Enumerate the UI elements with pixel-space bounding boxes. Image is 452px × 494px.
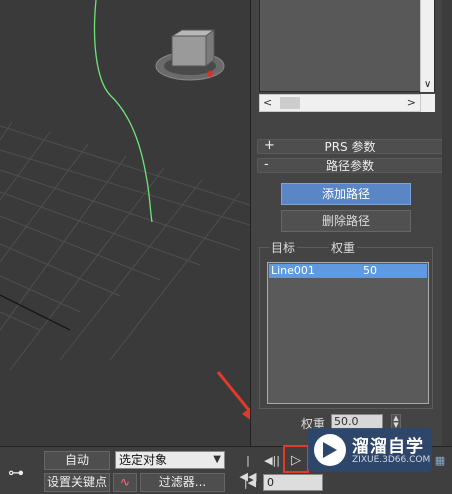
play-button-highlight xyxy=(283,445,309,473)
vertical-scrollbar[interactable]: ∨ xyxy=(420,0,434,92)
delete-path-button[interactable]: 删除路径 xyxy=(281,210,411,232)
path-spline xyxy=(93,0,153,223)
rollout-path-params[interactable]: - 路径参数 xyxy=(257,157,443,173)
targets-header: 目标 xyxy=(269,239,298,256)
scrollbar-thumb[interactable] xyxy=(280,97,300,109)
current-frame-input[interactable]: 0 xyxy=(263,474,323,491)
scroll-down-icon[interactable]: ∨ xyxy=(424,79,431,90)
panel-scrollbar[interactable] xyxy=(442,0,452,446)
target-name: Line001 xyxy=(271,264,315,277)
list-item[interactable]: Line001 50 xyxy=(269,264,427,278)
set-key-button[interactable]: 设置关键点 xyxy=(44,473,110,492)
scroll-right-icon[interactable]: > xyxy=(407,96,416,109)
play-logo-icon xyxy=(314,434,346,466)
dummy-object-gizmo xyxy=(155,29,225,81)
viewport-grid xyxy=(0,0,250,371)
command-panel: ∨ < > + PRS 参数 - 路径参数 添加路径 删除路径 目标 权重 Li… xyxy=(250,0,452,446)
previous-frame-icon[interactable]: ◀|| xyxy=(262,453,282,469)
selection-filter-value: 选定对象 xyxy=(119,453,168,467)
key-icon[interactable]: ⊶ xyxy=(8,463,24,482)
perspective-viewport[interactable] xyxy=(0,0,250,446)
object-listbox[interactable]: ∨ xyxy=(259,0,435,92)
weight-header: 权重 xyxy=(329,239,358,256)
add-path-button[interactable]: 添加路径 xyxy=(281,183,411,205)
watermark-title: 溜溜自学 xyxy=(352,437,424,457)
key-mode-toggle-icon[interactable]: |◀ xyxy=(240,475,260,491)
filters-button[interactable]: 过滤器... xyxy=(140,473,225,492)
watermark-subtitle: ZIXUE.3D66.COM xyxy=(352,455,431,465)
key-mode-curve-icon[interactable]: ∿ xyxy=(113,473,137,492)
selection-filter-dropdown[interactable]: 选定对象 ▼ xyxy=(115,451,225,469)
go-to-start-icon[interactable]: |◀◀ xyxy=(238,453,258,483)
target-weight: 50 xyxy=(363,264,377,277)
targets-list[interactable]: Line001 50 xyxy=(267,262,429,404)
rollout-title: PRS 参数 xyxy=(324,140,376,154)
auto-key-button[interactable]: 自动 xyxy=(44,451,110,470)
scroll-left-icon[interactable]: < xyxy=(263,96,272,109)
world-axis-line xyxy=(0,294,71,331)
chevron-down-icon: ▼ xyxy=(213,454,221,465)
rollout-title: 路径参数 xyxy=(325,159,374,173)
watermark-logo: 溜溜自学 ZIXUE.3D66.COM xyxy=(308,428,432,472)
scroll-corner xyxy=(421,94,435,112)
rollout-prs-params[interactable]: + PRS 参数 xyxy=(257,138,443,154)
horizontal-scrollbar[interactable]: < > xyxy=(259,94,421,112)
viewport-nav-icon[interactable]: ▦ xyxy=(430,453,450,469)
